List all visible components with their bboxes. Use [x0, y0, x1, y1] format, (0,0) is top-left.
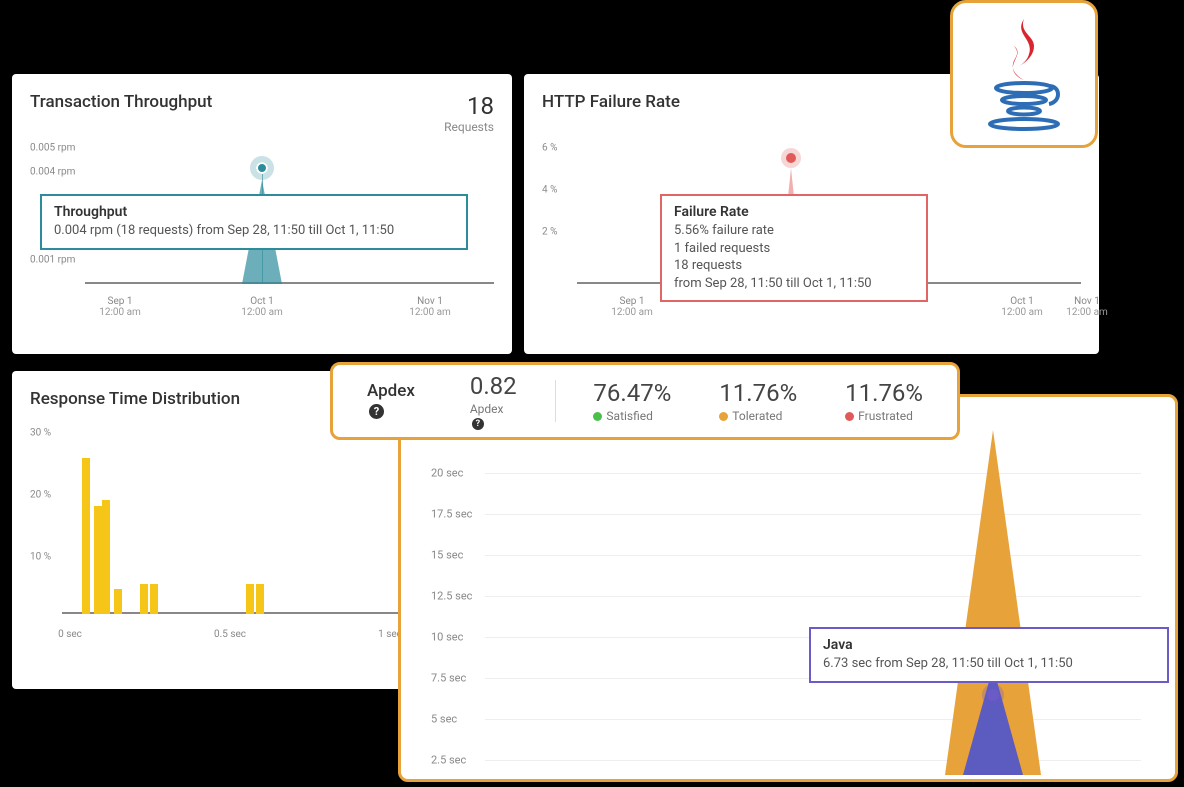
bar[interactable]: [114, 589, 122, 614]
y-tick: 7.5 sec: [431, 672, 466, 685]
tolerated-value: 11.76%: [719, 379, 797, 407]
y-tick: 4 %: [542, 185, 557, 196]
bar[interactable]: [246, 584, 254, 614]
y-tick: 2 %: [542, 227, 557, 238]
y-tick: 15 sec: [431, 549, 463, 562]
apdex-title: Apdex: [367, 381, 415, 401]
failure-title: HTTP Failure Rate: [542, 92, 680, 112]
java-peak-inner: [963, 667, 1023, 775]
throughput-chart[interactable]: 0.005 rpm 0.004 rpm 0.001 rpm Sep 112:00…: [30, 148, 494, 318]
y-tick: 17.5 sec: [431, 508, 472, 521]
y-tick: 6 %: [542, 143, 557, 154]
help-icon[interactable]: ?: [472, 418, 484, 430]
x-tick: Oct 1: [250, 296, 274, 307]
data-point[interactable]: [786, 153, 796, 163]
throughput-value: 18: [444, 92, 494, 120]
data-point[interactable]: [987, 689, 999, 701]
throughput-title: Transaction Throughput: [30, 92, 212, 112]
y-tick: 0.005 rpm: [30, 143, 75, 154]
y-tick: 0.001 rpm: [30, 255, 75, 266]
throughput-card: Transaction Throughput 18 Requests 0.005…: [12, 74, 512, 354]
y-tick: 2.5 sec: [431, 754, 466, 767]
bar[interactable]: [82, 458, 90, 614]
apdex-score: 0.82: [470, 372, 517, 400]
gridline: [485, 555, 1141, 556]
satisfied-value: 76.47%: [593, 379, 671, 407]
x-tick: Sep 1: [620, 296, 645, 307]
frustrated-value: 11.76%: [845, 379, 923, 407]
java-logo-icon: [979, 14, 1069, 134]
x-tick: Oct 1: [1010, 296, 1034, 307]
bar[interactable]: [140, 584, 148, 614]
status-dot-green: [593, 412, 602, 421]
x-tick: 0.5 sec: [214, 629, 246, 640]
y-tick: 10 sec: [431, 631, 463, 644]
y-tick: 20 sec: [431, 467, 463, 480]
gridline: [485, 719, 1141, 720]
gridline: [485, 473, 1141, 474]
data-point[interactable]: [256, 162, 268, 174]
apdex-panel: Apdex ? 0.82 Apdex ? 76.47% Satisfied 11…: [330, 362, 960, 440]
status-dot-orange: [719, 412, 728, 421]
divider: [555, 380, 556, 422]
y-tick: 0.004 rpm: [30, 167, 75, 178]
bar[interactable]: [150, 584, 158, 614]
gridline: [485, 514, 1141, 515]
throughput-tooltip: Throughput 0.004 rpm (18 requests) from …: [40, 194, 468, 250]
help-icon[interactable]: ?: [369, 404, 384, 419]
y-tick: 20 %: [30, 490, 51, 501]
bar[interactable]: [256, 584, 264, 614]
bar[interactable]: [94, 506, 102, 614]
java-tooltip: Java 6.73 sec from Sep 28, 11:50 till Oc…: [809, 627, 1169, 683]
y-tick: 5 sec: [431, 713, 457, 726]
x-tick: 0 sec: [58, 629, 82, 640]
x-tick: Nov 1: [1074, 296, 1100, 307]
x-tick: Sep 1: [108, 296, 133, 307]
response-dist-title: Response Time Distribution: [30, 389, 240, 409]
throughput-label: Requests: [444, 120, 494, 134]
failure-chart[interactable]: 6 % 4 % 2 % Sep 112:00 am Oct 112:00 am …: [542, 148, 1081, 318]
java-panel[interactable]: 20 sec 17.5 sec 15 sec 12.5 sec 10 sec 7…: [398, 394, 1178, 782]
axis-line: [85, 282, 494, 284]
status-dot-red: [845, 412, 854, 421]
y-tick: 30 %: [30, 428, 51, 439]
y-tick: 10 %: [30, 552, 51, 563]
y-tick: 12.5 sec: [431, 590, 472, 603]
java-logo-badge: [950, 0, 1098, 148]
gridline: [485, 760, 1141, 761]
bar[interactable]: [102, 500, 110, 614]
failure-tooltip: Failure Rate 5.56% failure rate 1 failed…: [660, 194, 928, 302]
x-tick: Nov 1: [417, 296, 443, 307]
gridline: [485, 596, 1141, 597]
